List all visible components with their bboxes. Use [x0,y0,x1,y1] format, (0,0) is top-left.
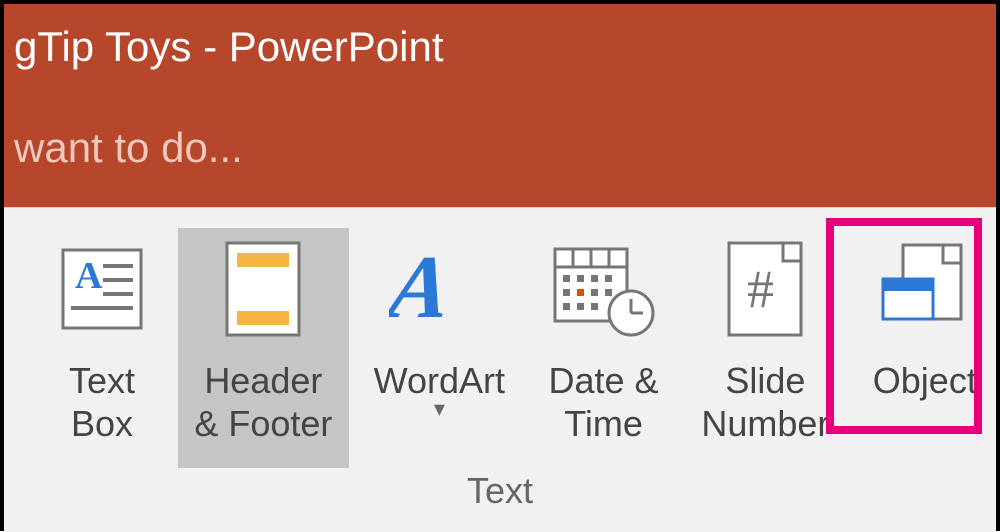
header-footer-button[interactable]: Header & Footer [178,228,349,468]
slide-number-icon: # [705,234,825,344]
object-label: Object [873,359,977,402]
date-time-label: Date & Time [549,359,659,445]
ribbon-text-group: A Text Box Header & Footer [4,207,996,532]
tell-me-area[interactable]: want to do... [4,89,996,207]
slide-number-button[interactable]: # Slide Number [687,228,844,468]
object-icon [865,234,985,344]
object-button[interactable]: Object [854,228,996,468]
wordart-icon: A [379,234,499,344]
svg-text:#: # [747,259,774,319]
svg-text:A: A [389,239,457,337]
svg-text:A: A [75,255,103,297]
wordart-button[interactable]: A WordArt ▾ [359,228,520,468]
wordart-dropdown-icon: ▾ [434,396,445,422]
title-text: gTip Toys - PowerPoint [14,23,444,71]
text-box-label: Text Box [69,359,135,445]
date-time-icon [544,234,664,344]
title-bar: gTip Toys - PowerPoint [4,4,996,89]
ribbon-group-label: Text [4,470,996,512]
text-box-button[interactable]: A Text Box [36,228,168,468]
slide-number-label: Slide Number [701,359,829,445]
date-time-button[interactable]: Date & Time [530,228,677,468]
tell-me-placeholder: want to do... [14,124,243,172]
header-footer-label: Header & Footer [194,359,332,445]
text-box-icon: A [42,234,162,344]
header-footer-icon [203,234,323,344]
